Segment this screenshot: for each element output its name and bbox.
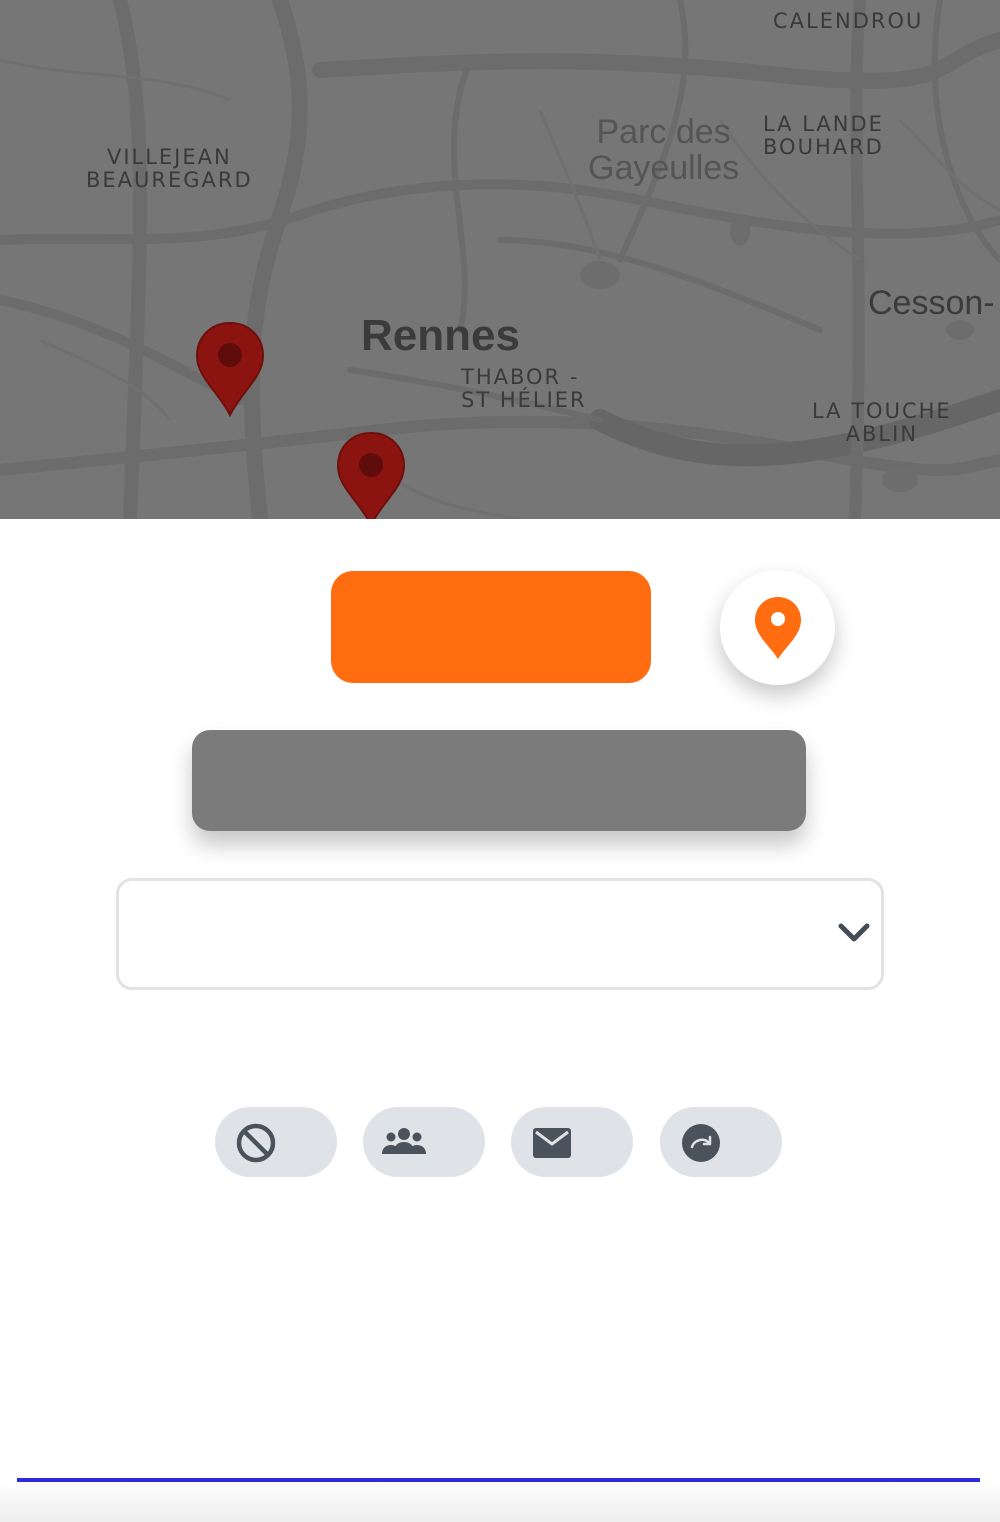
map-label-la-lande: LA LANDE BOUHARD	[763, 112, 884, 159]
app-screen: CALENDROU VILLEJEAN BEAUREGARD Parc des …	[0, 0, 1000, 1522]
map-view[interactable]: CALENDROU VILLEJEAN BEAUREGARD Parc des …	[0, 0, 1000, 519]
map-label-cesson: Cesson-	[868, 284, 995, 322]
group-icon	[382, 1128, 426, 1154]
redo-chip-button[interactable]	[660, 1107, 782, 1177]
bottom-bar	[0, 1482, 1000, 1522]
map-label-calendrou: CALENDROU	[773, 9, 924, 33]
map-label-parc-des-gayeulles: Parc des Gayeulles	[588, 113, 740, 187]
map-marker-icon[interactable]	[336, 431, 406, 519]
map-label-la-touche: LA TOUCHE ABLIN	[812, 399, 952, 446]
block-chip-button[interactable]	[215, 1107, 337, 1177]
dropdown-select[interactable]	[116, 878, 884, 990]
mail-icon	[533, 1128, 571, 1158]
map-label-villejean: VILLEJEAN BEAUREGARD	[86, 145, 253, 192]
location-pin-icon	[754, 596, 801, 659]
mail-chip-button[interactable]	[511, 1107, 633, 1177]
map-marker-icon[interactable]	[195, 321, 265, 417]
map-label-thabor: THABOR - ST HÉLIER	[461, 365, 587, 412]
primary-action-button[interactable]	[331, 571, 651, 683]
map-label-rennes: Rennes	[361, 311, 520, 360]
block-icon	[236, 1123, 276, 1163]
redo-icon	[682, 1124, 720, 1162]
locate-button[interactable]	[720, 570, 835, 685]
group-chip-button[interactable]	[363, 1107, 485, 1177]
secondary-action-button[interactable]	[192, 730, 806, 831]
chevron-down-icon	[838, 923, 870, 942]
